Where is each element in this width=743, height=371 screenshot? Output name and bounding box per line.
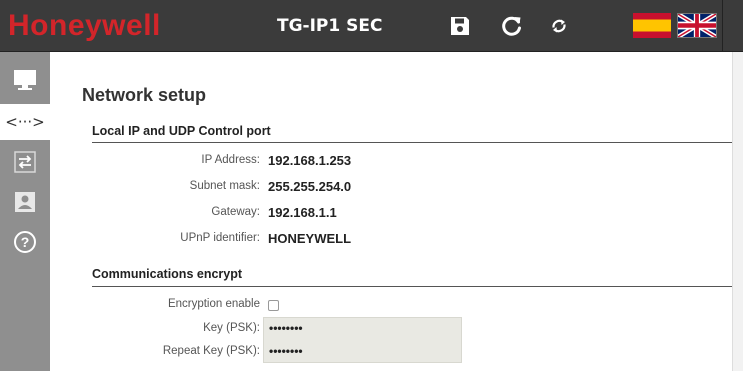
field-label: Repeat Key (PSK): (162, 345, 260, 357)
field-row-gateway: Gateway: 192.168.1.1 (50, 204, 550, 224)
repeat-key-psk-field[interactable]: •••••••• (269, 344, 303, 358)
monitor-icon (14, 70, 36, 90)
section-divider (92, 142, 742, 143)
top-bar: Honeywell TG-IP1 SEC (0, 0, 743, 52)
svg-text:?: ? (21, 234, 30, 250)
sidebar: <···> ? (0, 52, 50, 371)
field-row-ip: IP Address: 192.168.1.253 (50, 152, 550, 172)
gateway-value: 192.168.1.1 (268, 205, 337, 220)
field-label: Key (PSK): (203, 322, 260, 334)
sidebar-item-monitor[interactable] (0, 62, 50, 98)
transfer-icon (14, 151, 36, 173)
field-label: Gateway: (211, 206, 260, 218)
encryption-enable-row: Encryption enable (50, 297, 550, 315)
main-panel: Network setup Local IP and UDP Control p… (50, 52, 743, 371)
encryption-enable-checkbox[interactable] (268, 300, 279, 311)
field-label: Encryption enable (167, 298, 260, 310)
subnet-mask-value: 255.255.254.0 (268, 179, 352, 194)
upnp-identifier-value: HONEYWELL (268, 231, 352, 246)
sidebar-item-transfer[interactable] (0, 144, 50, 180)
section-title-local: Local IP and UDP Control port (92, 124, 271, 138)
uk-flag-icon[interactable] (677, 13, 717, 38)
field-label: UPnP identifier: (180, 232, 260, 244)
help-icon: ? (14, 231, 36, 253)
scrollbar[interactable] (732, 52, 743, 371)
sidebar-item-network[interactable]: <···> (0, 104, 50, 140)
sync-icon[interactable] (547, 14, 571, 38)
spanish-flag-icon[interactable] (633, 13, 671, 38)
field-label: IP Address: (201, 154, 260, 166)
network-icon: <···> (5, 113, 45, 131)
field-label: Subnet mask: (189, 180, 260, 192)
section-title-encrypt: Communications encrypt (92, 267, 243, 281)
toolbar-separator (722, 0, 723, 52)
page-title: Network setup (82, 85, 207, 105)
field-row-subnet: Subnet mask: 255.255.254.0 (50, 178, 550, 198)
brand-logo: Honeywell (8, 9, 161, 42)
section-divider (92, 286, 742, 287)
key-psk-field[interactable]: •••••••• (269, 321, 303, 335)
sidebar-item-user[interactable] (0, 184, 50, 220)
user-icon (15, 192, 35, 212)
field-row-upnp: UPnP identifier: HONEYWELL (50, 230, 550, 250)
reload-icon[interactable] (500, 14, 524, 38)
sidebar-item-help[interactable]: ? (0, 224, 50, 260)
device-title: TG-IP1 SEC (277, 16, 383, 36)
save-icon[interactable] (448, 14, 472, 38)
ip-address-value: 192.168.1.253 (268, 153, 352, 168)
